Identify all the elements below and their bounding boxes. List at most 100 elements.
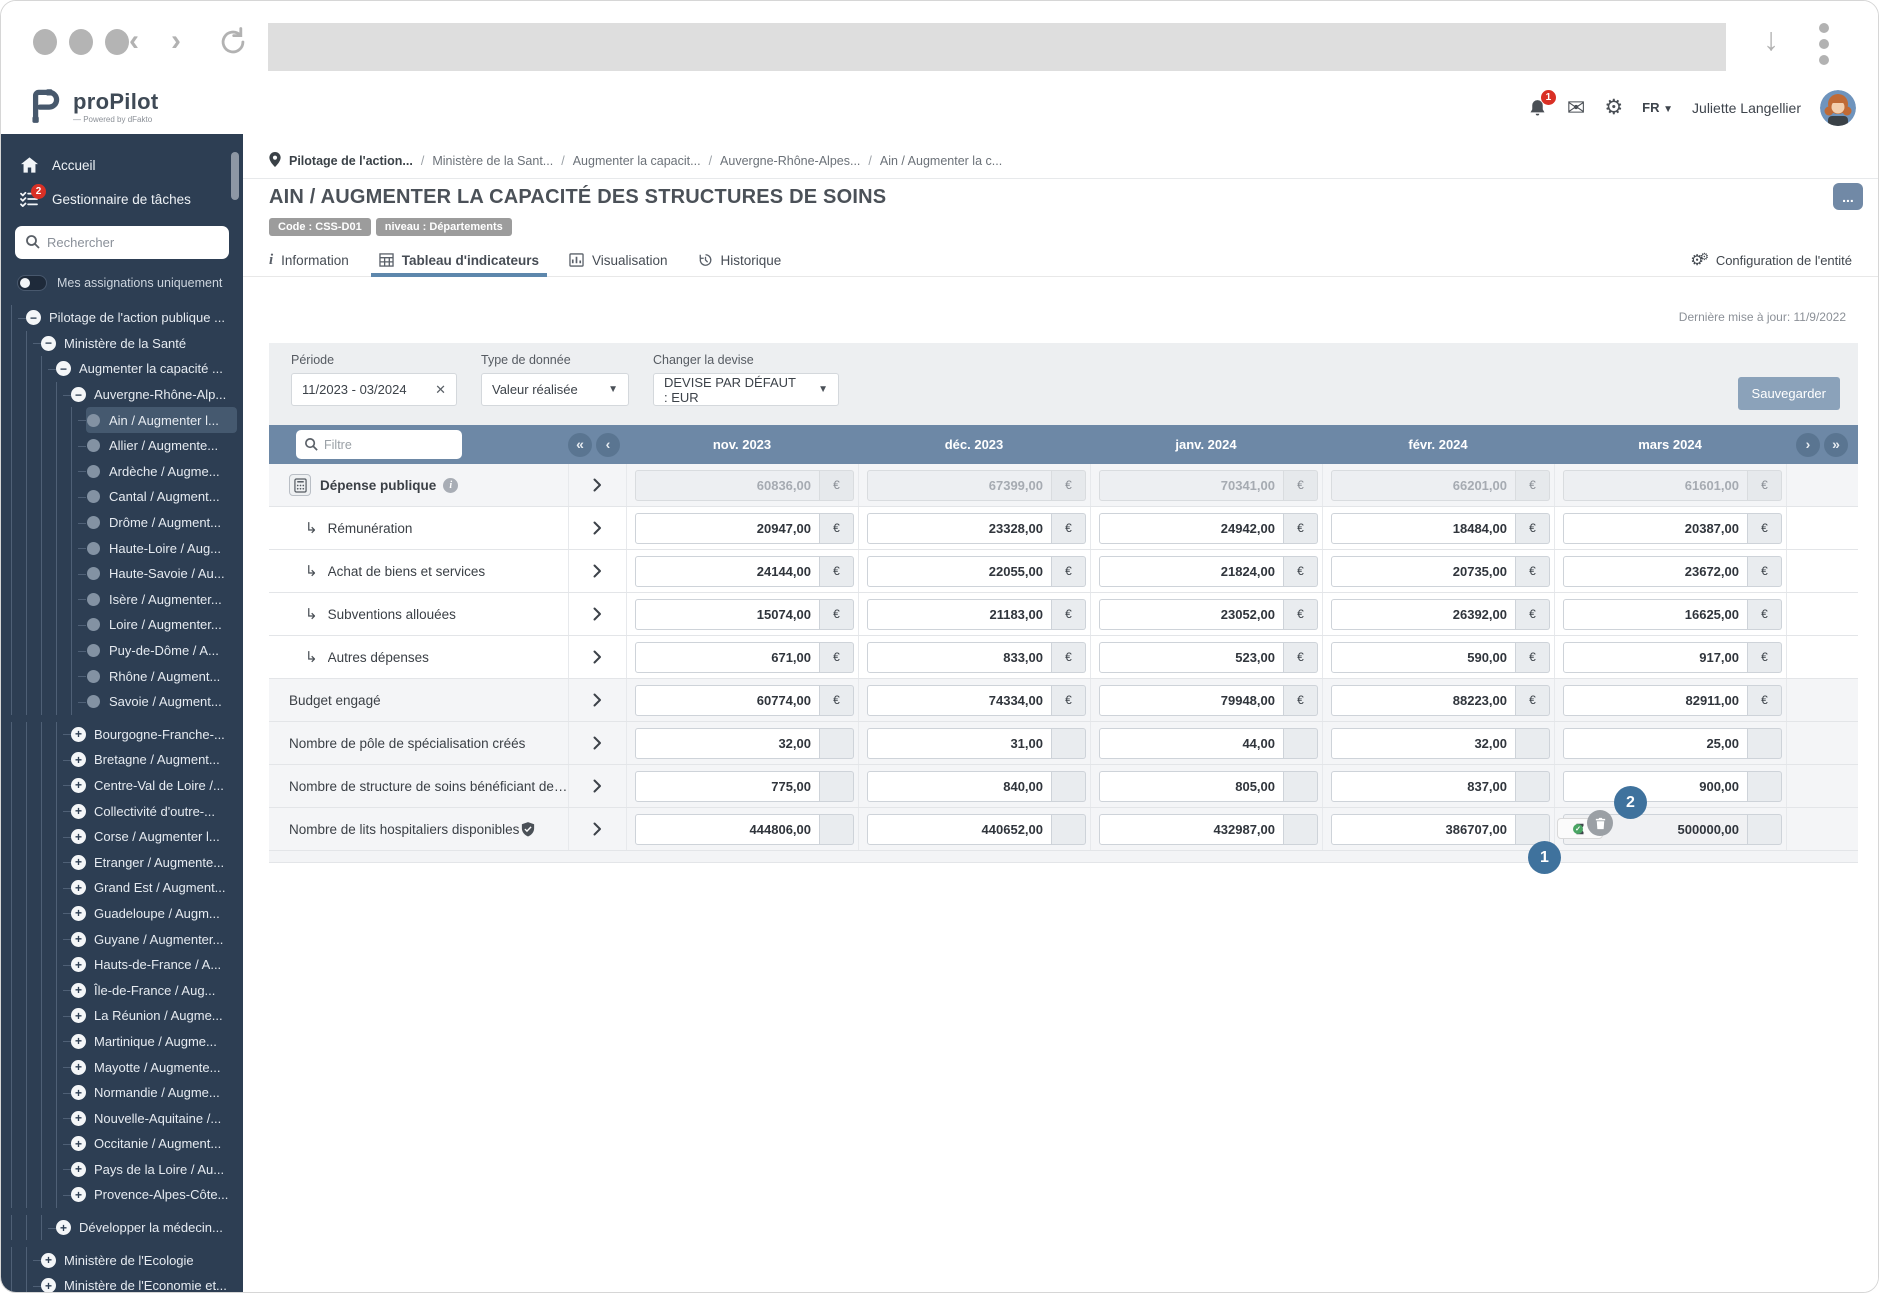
tree-item-puy-de-d-me-a[interactable]: Puy-de-Dôme / A... [86, 638, 237, 664]
value-input-r1-c2[interactable] [1099, 513, 1284, 544]
tree-item-le-de-france-aug[interactable]: +Île-de-France / Aug... [71, 977, 237, 1003]
table-filter-input[interactable] [296, 430, 462, 459]
sidebar-item-gestionnaire-de-t-ches[interactable]: 2Gestionnaire de tâches [1, 182, 243, 216]
assignments-toggle[interactable] [17, 275, 47, 291]
expand-plus-icon[interactable]: + [71, 778, 86, 793]
expand-plus-icon[interactable]: + [71, 957, 86, 972]
leaf-dot-icon[interactable] [86, 694, 101, 709]
page-actions-button[interactable]: ... [1833, 183, 1863, 210]
expand-plus-icon[interactable]: + [71, 1060, 86, 1075]
user-avatar[interactable] [1820, 90, 1856, 126]
value-input-r2-c0[interactable] [635, 556, 820, 587]
breadcrumb-item-2[interactable]: Augmenter la capacit... [573, 154, 701, 168]
value-input-r8-c0[interactable] [635, 814, 820, 845]
expand-row-button[interactable] [589, 517, 606, 539]
expand-plus-icon[interactable]: + [41, 1253, 56, 1268]
tree-item-guadeloupe-augm[interactable]: +Guadeloupe / Augm... [71, 901, 237, 927]
messages-envelope-icon[interactable]: ✉ [1567, 95, 1585, 121]
expand-row-button[interactable] [589, 560, 606, 582]
expand-plus-icon[interactable]: + [41, 1278, 56, 1292]
propilot-logo[interactable]: proPilot — Powered by dFakto [23, 84, 159, 131]
tree-item-cantal-augment[interactable]: Cantal / Augment... [86, 484, 237, 510]
browser-forward-icon[interactable]: › [171, 23, 181, 59]
leaf-dot-icon[interactable] [86, 643, 101, 658]
value-input-r3-c3[interactable] [1331, 599, 1516, 630]
tree-item-minist-re-de-l-ecologie[interactable]: +Ministère de l'Ecologie [41, 1247, 237, 1273]
tree-item-la-r-union-augme[interactable]: +La Réunion / Augme... [71, 1003, 237, 1029]
download-icon[interactable]: ↓ [1763, 21, 1779, 58]
leaf-dot-icon[interactable] [86, 413, 101, 428]
tree-item-augmenter-la-capacit[interactable]: −Augmenter la capacité ... [56, 356, 237, 382]
leaf-dot-icon[interactable] [86, 592, 101, 607]
expand-row-button[interactable] [589, 818, 606, 840]
language-selector[interactable]: FR ▼ [1642, 100, 1673, 115]
value-input-r1-c0[interactable] [635, 513, 820, 544]
expand-plus-icon[interactable]: + [56, 1220, 71, 1235]
address-bar[interactable] [268, 23, 1726, 71]
value-input-r5-c3[interactable] [1331, 685, 1516, 716]
tree-item-centre-val-de-loire[interactable]: +Centre-Val de Loire /... [71, 773, 237, 799]
entity-config-link[interactable]: ⚙⚙Configuration de l'entité [1690, 253, 1852, 268]
browser-back-icon[interactable]: ‹ [129, 23, 139, 59]
notifications-bell-icon[interactable]: 1 [1527, 97, 1548, 119]
tree-item-ard-che-augme[interactable]: Ardèche / Augme... [86, 459, 237, 485]
value-input-r1-c4[interactable] [1563, 513, 1748, 544]
value-input-r3-c4[interactable] [1563, 599, 1748, 630]
leaf-dot-icon[interactable] [86, 566, 101, 581]
value-input-r6-c1[interactable] [867, 728, 1052, 759]
expand-plus-icon[interactable]: + [71, 1162, 86, 1177]
expand-row-button[interactable] [589, 732, 606, 754]
tree-item-auvergne-rh-ne-alp[interactable]: −Auvergne-Rhône-Alp... [71, 382, 237, 408]
value-input-r4-c2[interactable] [1099, 642, 1284, 673]
periode-input[interactable]: 11/2023 - 03/2024 ✕ [291, 373, 457, 406]
value-input-r6-c2[interactable] [1099, 728, 1284, 759]
value-input-r4-c3[interactable] [1331, 642, 1516, 673]
delete-value-button[interactable] [1587, 810, 1613, 836]
expand-plus-icon[interactable]: + [71, 983, 86, 998]
sidebar-scrollbar[interactable] [231, 152, 239, 200]
tree-item-collectivit-d-outre[interactable]: +Collectivité d'outre-... [71, 798, 237, 824]
tree-item-d-velopper-la-m-decin[interactable]: +Développer la médecin... [56, 1215, 237, 1241]
value-input-r1-c1[interactable] [867, 513, 1052, 544]
expand-row-button[interactable] [589, 474, 606, 496]
leaf-dot-icon[interactable] [86, 438, 101, 453]
type-select[interactable]: Valeur réalisée ▼ [481, 373, 629, 406]
value-input-r2-c4[interactable] [1563, 556, 1748, 587]
expand-plus-icon[interactable]: + [71, 1034, 86, 1049]
expand-row-button[interactable] [589, 646, 606, 668]
leaf-dot-icon[interactable] [86, 489, 101, 504]
tree-item-loire-augmenter[interactable]: Loire / Augmenter... [86, 612, 237, 638]
value-input-r4-c4[interactable] [1563, 642, 1748, 673]
columns-last-icon[interactable]: » [1824, 433, 1848, 457]
leaf-dot-icon[interactable] [86, 464, 101, 479]
expand-plus-icon[interactable]: + [71, 804, 86, 819]
value-input-r7-c0[interactable] [635, 771, 820, 802]
expand-plus-icon[interactable]: + [71, 855, 86, 870]
tree-item-martinique-augme[interactable]: +Martinique / Augme... [71, 1029, 237, 1055]
save-button[interactable]: Sauvegarder [1738, 377, 1840, 410]
tree-item-bourgogne-franche[interactable]: +Bourgogne-Franche-... [71, 722, 237, 748]
tree-item-grand-est-augment[interactable]: +Grand Est / Augment... [71, 875, 237, 901]
value-input-r7-c2[interactable] [1099, 771, 1284, 802]
sidebar-search-input[interactable] [15, 226, 229, 259]
value-input-r7-c4[interactable] [1563, 771, 1748, 802]
expand-plus-icon[interactable]: + [71, 1111, 86, 1126]
tab-information[interactable]: iInformation [269, 244, 349, 276]
tab-historique[interactable]: Historique [698, 244, 782, 276]
periode-clear-icon[interactable]: ✕ [435, 382, 446, 398]
value-input-r8-c2[interactable] [1099, 814, 1284, 845]
tree-item-ain-augmenter-l[interactable]: Ain / Augmenter l... [86, 407, 237, 433]
tree-item-allier-augmente[interactable]: Allier / Augmente... [86, 433, 237, 459]
value-input-r6-c3[interactable] [1331, 728, 1516, 759]
browser-refresh-icon[interactable] [216, 25, 250, 64]
expand-plus-icon[interactable]: + [71, 727, 86, 742]
expand-row-button[interactable] [589, 689, 606, 711]
value-input-r2-c2[interactable] [1099, 556, 1284, 587]
breadcrumb-item-0[interactable]: Pilotage de l'action... [289, 154, 413, 168]
expand-plus-icon[interactable]: + [71, 752, 86, 767]
sidebar-item-accueil[interactable]: Accueil [1, 148, 243, 182]
value-input-r1-c3[interactable] [1331, 513, 1516, 544]
tree-item-minist-re-de-la-sant[interactable]: −Ministère de la Santé [41, 331, 237, 357]
collapse-minus-icon[interactable]: − [26, 310, 41, 325]
tree-item-pilotage-de-l-action-publique[interactable]: −Pilotage de l'action publique ... [26, 305, 237, 331]
